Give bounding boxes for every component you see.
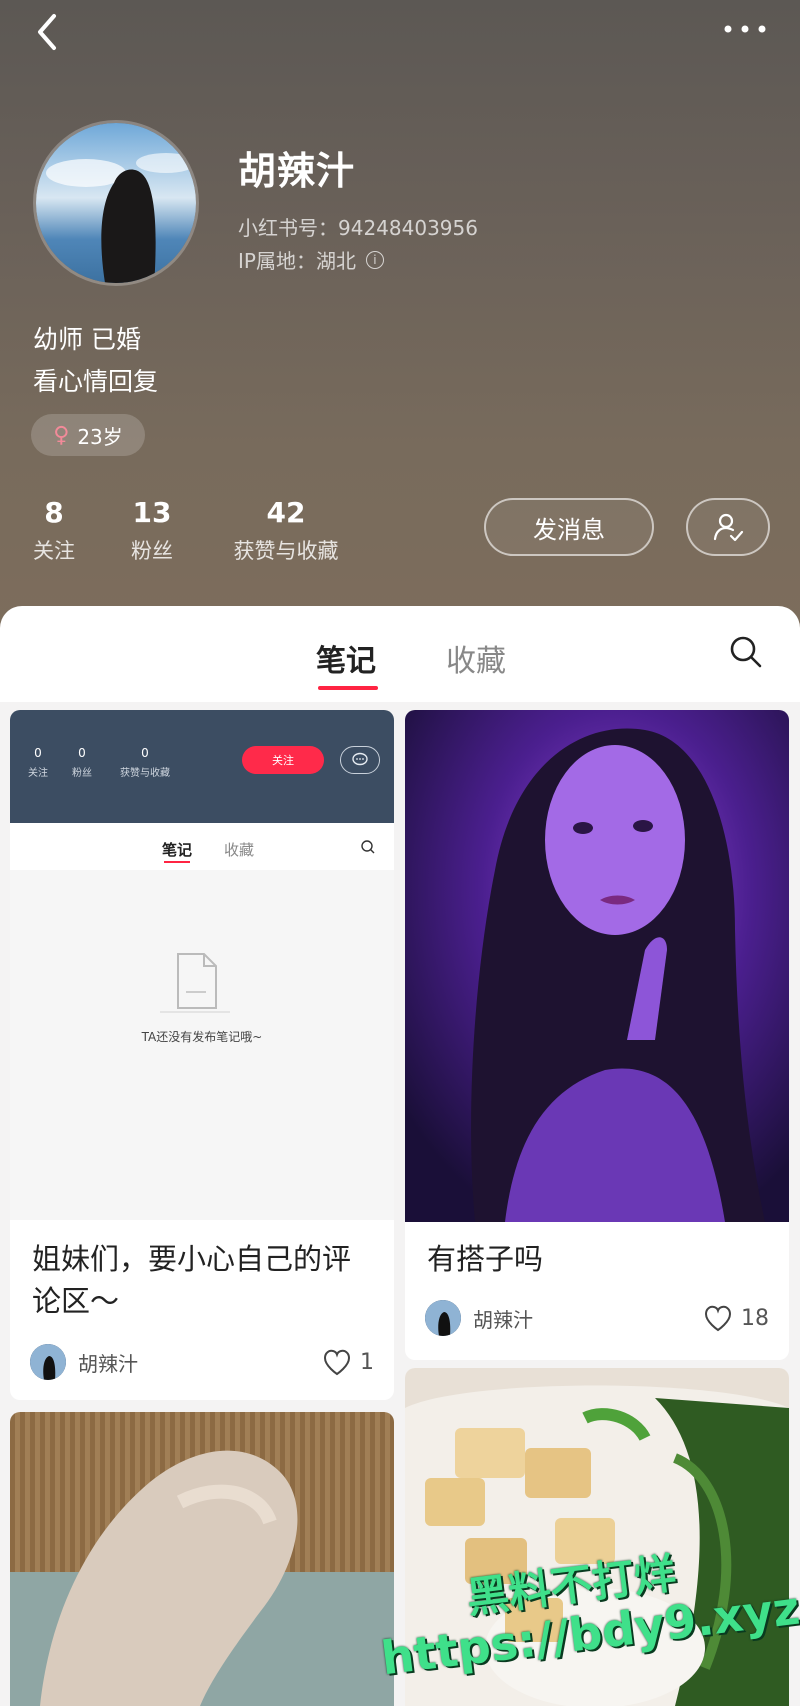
like-count: 18 (741, 1305, 769, 1331)
author-avatar (30, 1344, 66, 1380)
bio-line-1: 幼师 已婚 (33, 325, 141, 354)
author-name: 胡辣汁 (78, 1351, 138, 1376)
profile-header: 胡辣汁 小红书号：94248403956 IP属地：湖北 i 幼师 已婚 看心情… (0, 0, 800, 640)
embedded-stat-label: 获赞与收藏 (120, 768, 170, 779)
follow-user-button[interactable] (686, 498, 770, 556)
search-icon[interactable] (728, 634, 764, 670)
embedded-tab: 笔记 (162, 841, 193, 859)
stat-following[interactable]: 8 关注 (30, 496, 78, 565)
embedded-search-icon (361, 840, 375, 854)
send-message-button[interactable]: 发消息 (484, 498, 654, 556)
age-tag: ♀ 23岁 (31, 414, 145, 456)
like-button[interactable]: 1 (322, 1348, 374, 1376)
bio-line-2: 看心情回复 (33, 367, 159, 396)
embedded-stat: 0 关注 (28, 746, 48, 779)
active-tab-indicator (318, 686, 378, 690)
note-cover-image (405, 710, 789, 1222)
embedded-stat-label: 关注 (28, 768, 48, 779)
back-arrow-icon[interactable] (30, 10, 70, 54)
note-author[interactable]: 胡辣汁 (425, 1300, 533, 1336)
like-count: 1 (360, 1349, 374, 1375)
profile-name: 胡辣汁 (238, 149, 356, 193)
document-icon (160, 953, 230, 1013)
stat-label: 关注 (33, 539, 75, 563)
author-name: 胡辣汁 (473, 1307, 533, 1332)
female-icon: ♀ (53, 422, 70, 448)
note-title-line: 姐妹们，要小心自己的评 (32, 1242, 352, 1276)
embedded-header: 0 关注 0 粉丝 0 获赞与收藏 关注 (10, 710, 394, 823)
embedded-tab-indicator (164, 861, 190, 863)
ip-location-text: IP属地：湖北 (238, 249, 356, 273)
heart-icon (323, 1349, 351, 1376)
note-title-line: 论区～ (32, 1284, 120, 1318)
note-title: 姐妹们，要小心自己的评 论区～ (32, 1238, 351, 1322)
embedded-stat-value: 0 (141, 746, 149, 760)
note-card[interactable]: 0 关注 0 粉丝 0 获赞与收藏 关注 笔记 收藏 TA还没有发布笔记哦~ 姐… (10, 710, 394, 1400)
ip-location: IP属地：湖北 i (238, 245, 384, 274)
red-id: 小红书号：94248403956 (238, 216, 478, 240)
note-card[interactable] (405, 1368, 789, 1706)
content-tabs: 笔记 收藏 (0, 606, 800, 702)
note-card[interactable] (10, 1412, 394, 1706)
chat-icon (340, 746, 380, 774)
info-icon[interactable]: i (365, 250, 384, 269)
age-text: 23岁 (77, 424, 123, 449)
note-cover-image (10, 1412, 394, 1706)
embedded-tab: 收藏 (224, 841, 255, 859)
stat-value: 8 (44, 496, 64, 529)
embedded-empty-text: TA还没有发布笔记哦~ (141, 1030, 263, 1044)
embedded-stat-value: 0 (34, 746, 42, 760)
note-title: 有搭子吗 (427, 1242, 544, 1276)
embedded-tabs: 笔记 收藏 (10, 823, 394, 870)
embedded-stat-label: 粉丝 (72, 768, 92, 779)
embedded-stat: 0 粉丝 (72, 746, 92, 779)
stat-likes-collects[interactable]: 42 获赞与收藏 (226, 496, 346, 565)
embedded-empty-state: TA还没有发布笔记哦~ (10, 870, 394, 1220)
note-author[interactable]: 胡辣汁 (30, 1344, 138, 1380)
stat-value: 13 (132, 496, 172, 529)
stat-followers[interactable]: 13 粉丝 (128, 496, 176, 565)
embedded-follow-button: 关注 (242, 746, 324, 774)
heart-icon (704, 1305, 732, 1332)
note-card[interactable]: 有搭子吗 胡辣汁 18 (405, 710, 789, 1360)
note-cover-image: 0 关注 0 粉丝 0 获赞与收藏 关注 笔记 收藏 TA还没有发布笔记哦~ (10, 710, 394, 1220)
author-avatar (425, 1300, 461, 1336)
avatar[interactable] (33, 120, 199, 286)
tab-collections[interactable]: 收藏 (446, 636, 506, 680)
stat-label: 获赞与收藏 (233, 539, 339, 563)
embedded-stat-value: 0 (78, 746, 86, 760)
tab-notes[interactable]: 笔记 (316, 636, 376, 680)
like-button[interactable]: 18 (703, 1304, 769, 1332)
embedded-stat: 0 获赞与收藏 (120, 746, 170, 779)
user-check-icon (713, 513, 744, 542)
more-options-icon[interactable] (720, 14, 770, 44)
note-cover-image (405, 1368, 789, 1706)
stat-label: 粉丝 (131, 539, 173, 563)
stat-value: 42 (266, 496, 306, 529)
